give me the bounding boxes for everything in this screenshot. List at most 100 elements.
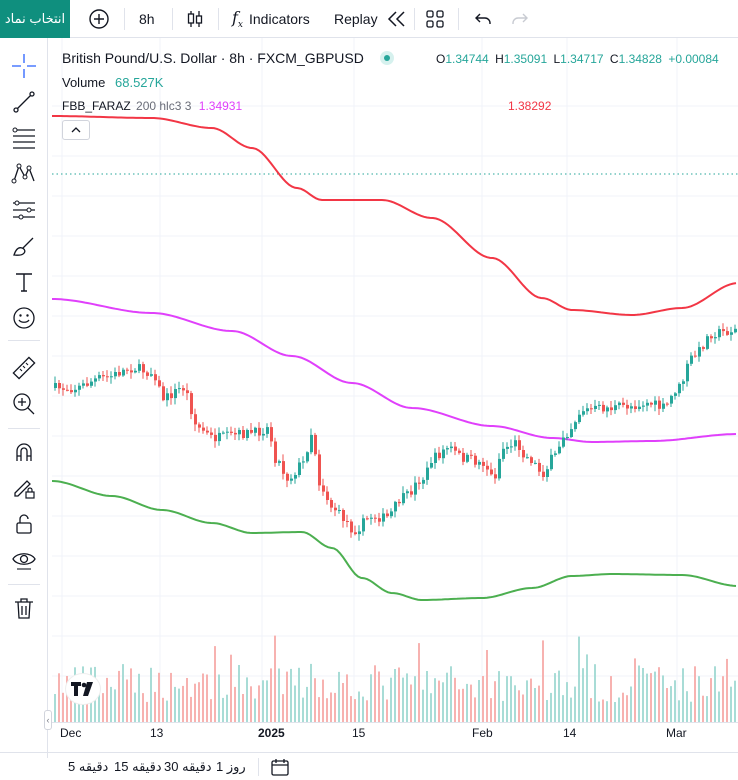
- candle-body: [466, 454, 469, 462]
- volume-bar: [170, 672, 172, 722]
- volume-bar: [290, 668, 292, 722]
- range-button-5m[interactable]: 5 دقیقه: [68, 759, 108, 775]
- candle-body: [670, 395, 673, 404]
- volume-legend[interactable]: Volume 68.527K: [62, 75, 163, 90]
- volume-bar: [710, 678, 712, 722]
- candle-body: [238, 430, 241, 435]
- range-button-1d[interactable]: 1 روز: [216, 759, 246, 775]
- lock-draw-icon[interactable]: [10, 474, 38, 502]
- volume-bar: [510, 676, 512, 722]
- volume-bar: [646, 673, 648, 722]
- range-button-15m[interactable]: 15 دقیقه: [114, 759, 162, 775]
- upper-band-line: [52, 115, 737, 316]
- candle-body: [702, 347, 705, 349]
- candle-body: [502, 448, 505, 459]
- candle-body: [282, 461, 285, 474]
- volume-bar: [702, 695, 704, 722]
- volume-bar: [582, 668, 584, 722]
- time-axis[interactable]: Dec 13 2025 15 Feb 14 Mar: [52, 722, 738, 742]
- candle-body: [586, 408, 589, 412]
- time-tick: Mar: [666, 726, 687, 740]
- tradingview-logo[interactable]: [66, 674, 100, 704]
- volume-bar: [734, 680, 736, 722]
- emoji-icon[interactable]: [10, 304, 38, 332]
- volume-bar: [318, 697, 320, 722]
- candle-body: [266, 427, 269, 434]
- add-symbol-button[interactable]: [88, 0, 110, 38]
- volume-bar: [578, 636, 580, 722]
- candle-body: [578, 414, 581, 423]
- candle-body: [346, 521, 349, 522]
- candle-body: [118, 372, 121, 376]
- candle-body: [478, 461, 481, 465]
- lower-band-line: [52, 480, 737, 601]
- volume-bar: [242, 694, 244, 722]
- undo-button[interactable]: [473, 0, 493, 38]
- toolbar-collapse-handle[interactable]: ‹: [44, 710, 52, 730]
- candle-body: [374, 517, 377, 519]
- indicator-legend[interactable]: FBB_FARAZ 200 hlc3 3 1.34931: [62, 99, 242, 113]
- candle-body: [106, 376, 109, 378]
- candle-body: [342, 510, 345, 521]
- fib-icon[interactable]: [10, 124, 38, 152]
- ruler-icon[interactable]: [10, 354, 38, 382]
- range-button-30m[interactable]: 30 دقیقه: [164, 759, 212, 775]
- candle-body: [566, 437, 569, 438]
- volume-bar: [314, 678, 316, 722]
- interval-button[interactable]: 8h: [139, 0, 155, 38]
- candle-body: [214, 434, 217, 442]
- chart-type-button[interactable]: [184, 0, 206, 38]
- indicators-button[interactable]: fx Indicators: [232, 0, 310, 38]
- trash-icon[interactable]: [10, 594, 38, 622]
- brush-icon[interactable]: [10, 232, 38, 260]
- candle-body: [306, 452, 309, 462]
- pattern-icon[interactable]: [10, 160, 38, 188]
- projection-icon[interactable]: [10, 196, 38, 224]
- collapse-legend-button[interactable]: [62, 120, 90, 140]
- candle-body: [382, 513, 385, 522]
- volume-bar: [678, 700, 680, 722]
- volume-bar: [478, 680, 480, 722]
- lock-icon[interactable]: [10, 510, 38, 538]
- layout-button[interactable]: [425, 0, 445, 38]
- volume-bar: [610, 676, 612, 722]
- trend-line-icon[interactable]: [10, 88, 38, 116]
- candle-body: [366, 518, 369, 520]
- volume-bar: [506, 676, 508, 722]
- candle-body: [202, 427, 205, 431]
- volume-bar: [266, 680, 268, 722]
- candle-body: [66, 389, 69, 391]
- chevron-up-icon: [71, 127, 81, 133]
- symbol-search-button[interactable]: انتخاب نماد: [0, 0, 70, 38]
- zoom-icon[interactable]: [10, 390, 38, 418]
- date-range-button[interactable]: [270, 758, 290, 779]
- replay-button[interactable]: Replay: [334, 0, 410, 38]
- volume-bar: [486, 650, 488, 722]
- volume-bar: [494, 681, 496, 722]
- candle-body: [598, 404, 601, 406]
- text-icon[interactable]: [10, 268, 38, 296]
- volume-bar: [514, 685, 516, 722]
- volume-bar: [302, 697, 304, 722]
- redo-button[interactable]: [510, 0, 530, 38]
- candle-body: [378, 518, 381, 522]
- eye-icon[interactable]: [10, 546, 38, 574]
- crosshair-icon[interactable]: [10, 52, 38, 80]
- chart-pane[interactable]: [52, 38, 738, 722]
- candle-body: [722, 329, 725, 332]
- volume-bar: [458, 689, 460, 722]
- volume-bar: [150, 667, 152, 722]
- candle-body: [570, 429, 573, 437]
- grid-layout-icon: [426, 10, 444, 28]
- candle-body: [114, 372, 117, 377]
- market-status-dot[interactable]: [379, 51, 394, 65]
- close-label: C: [609, 52, 619, 66]
- volume-bar: [570, 697, 572, 722]
- candle-body: [734, 328, 737, 333]
- magnet-icon[interactable]: [10, 438, 38, 466]
- symbol-title[interactable]: British Pound/U.S. Dollar · 8h · FXCM_GB…: [62, 50, 364, 66]
- volume-bar: [466, 683, 468, 722]
- candle-body: [398, 501, 401, 504]
- candle-body: [354, 532, 357, 535]
- redo-icon: [512, 13, 528, 24]
